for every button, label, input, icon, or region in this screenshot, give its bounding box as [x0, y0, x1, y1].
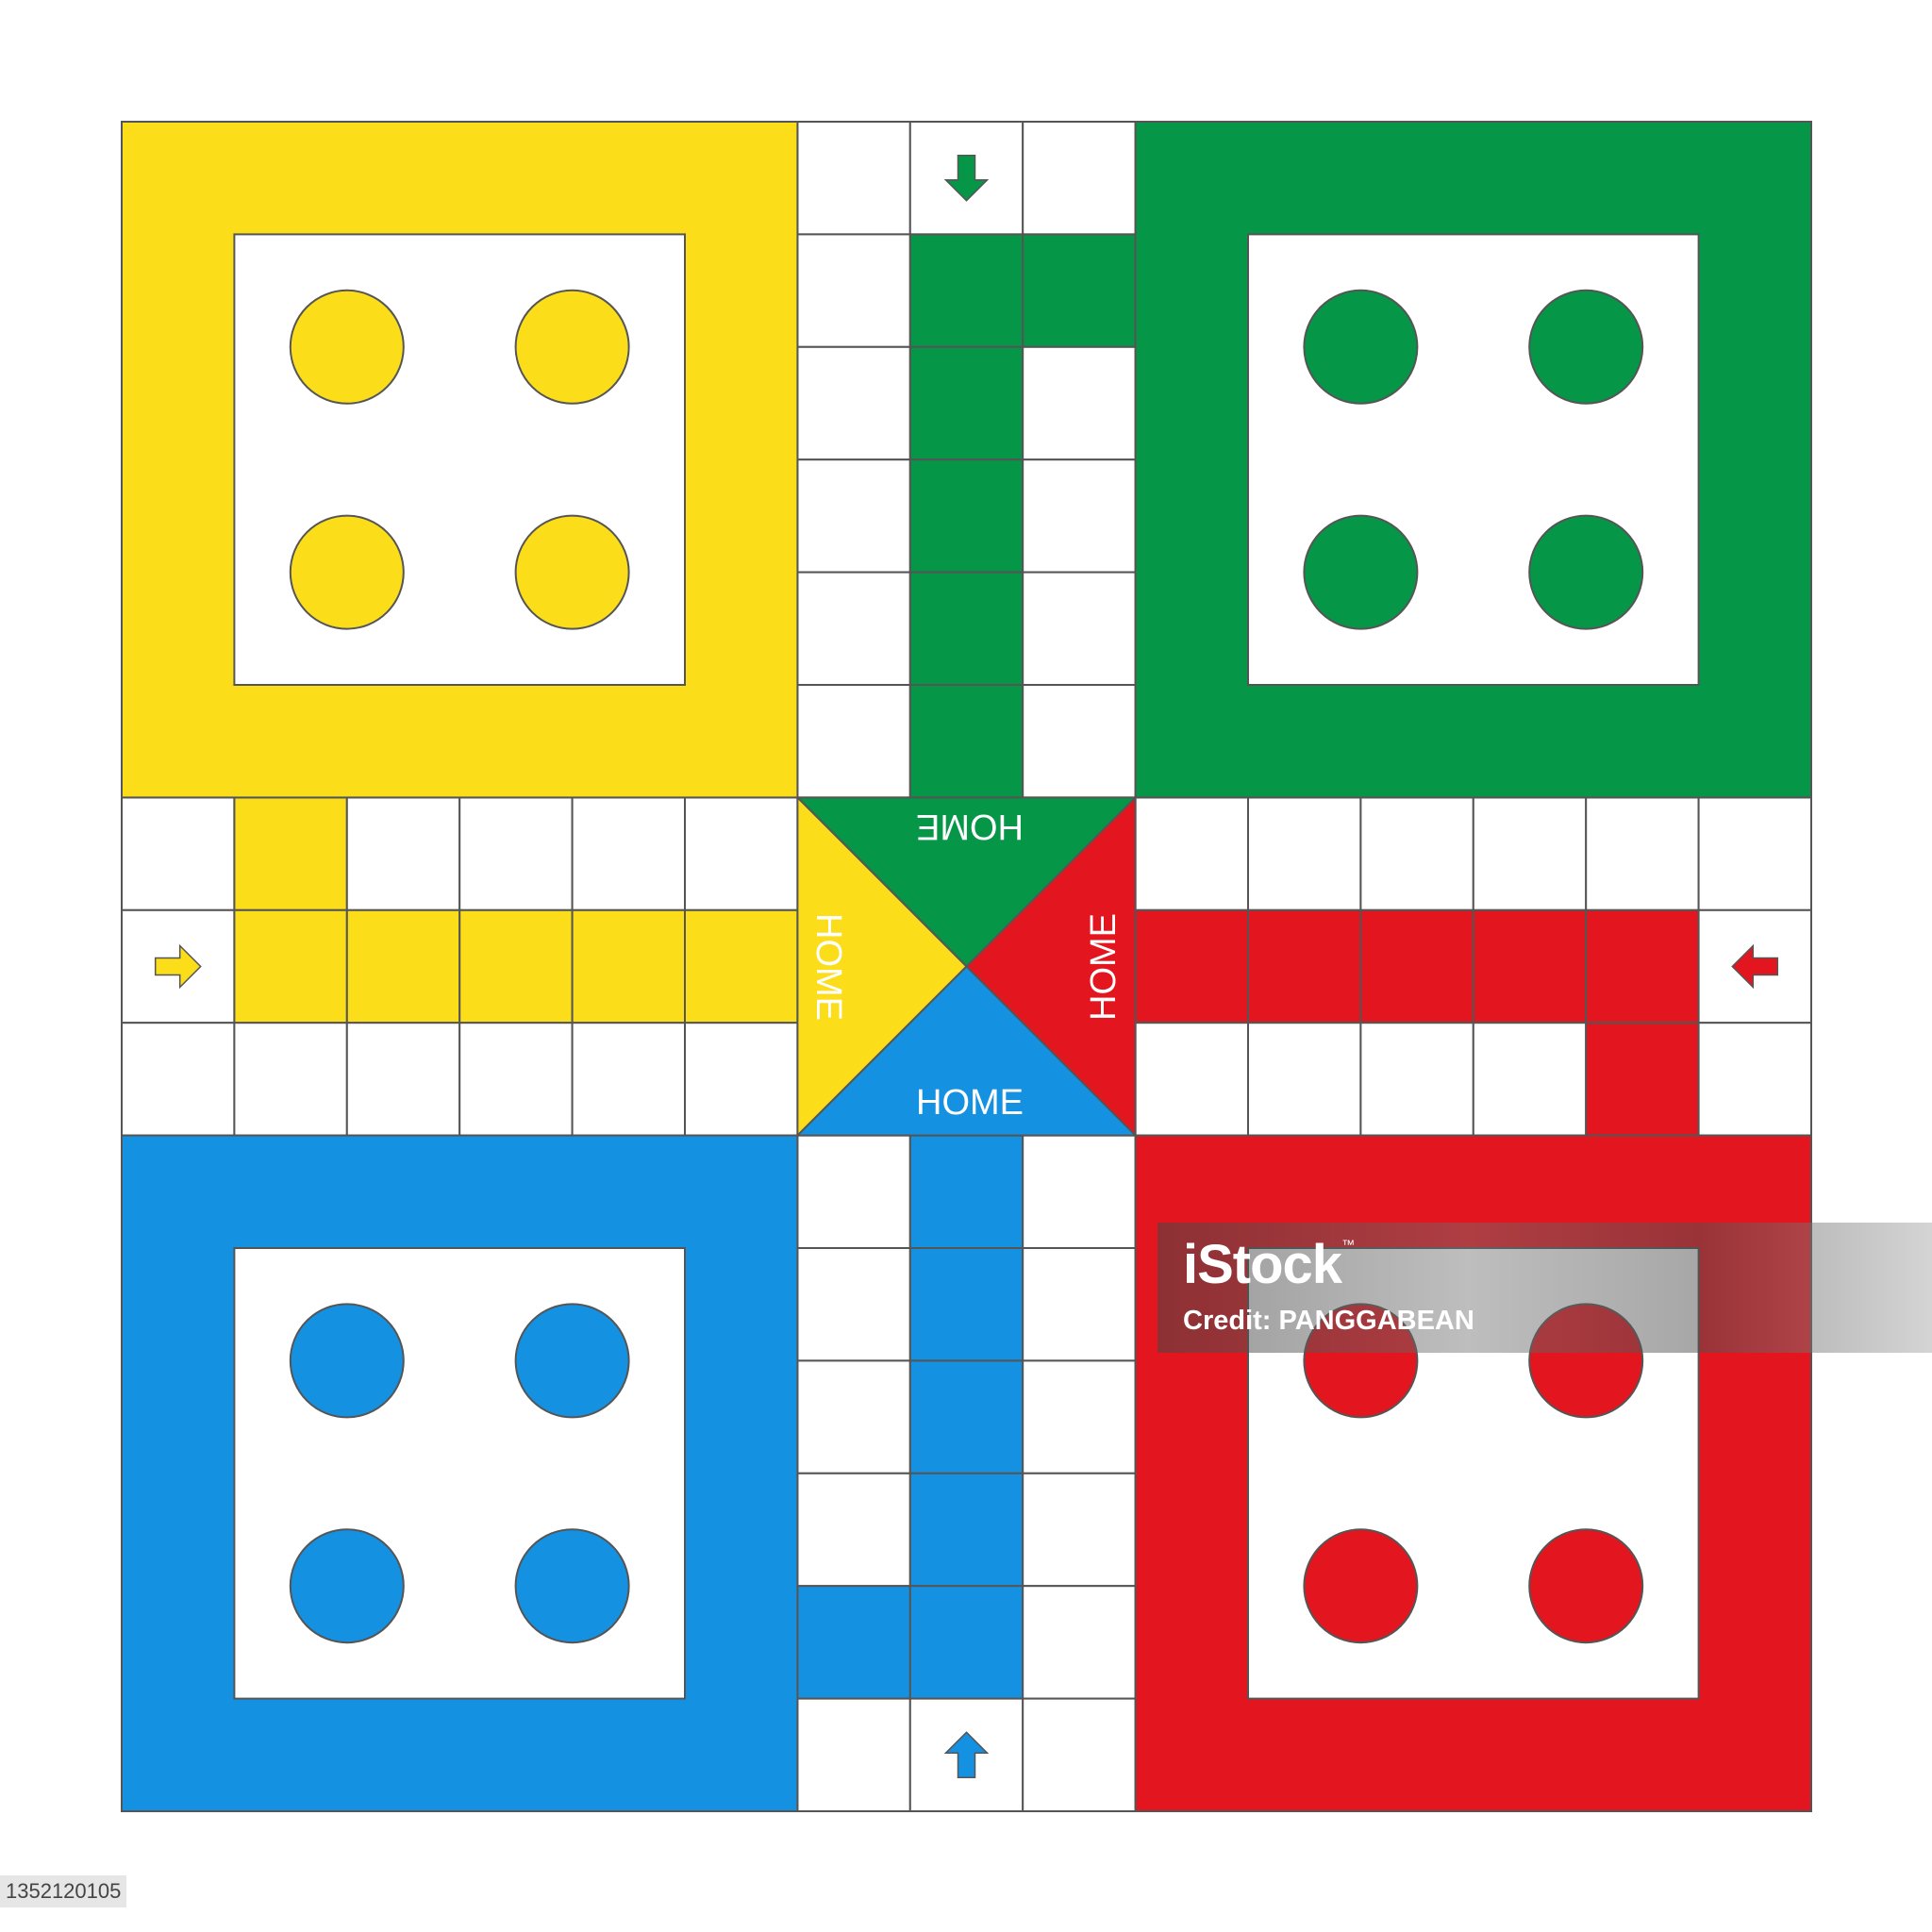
token-red — [1303, 1303, 1419, 1419]
home-label-green: HOME — [916, 807, 1024, 846]
base-green — [1134, 121, 1812, 799]
path-cell — [796, 458, 911, 574]
path-cell-green — [908, 571, 1024, 686]
path-cell — [1585, 796, 1700, 911]
path-cell — [1022, 1134, 1137, 1249]
path-cell-yellow — [571, 908, 686, 1024]
path-cell — [1022, 1472, 1137, 1588]
path-cell — [345, 1022, 461, 1137]
image-id: 1352120105 — [0, 1875, 127, 1907]
path-cell — [571, 1022, 686, 1137]
path-cell — [458, 796, 574, 911]
path-cell — [1472, 1022, 1588, 1137]
token-red — [1528, 1303, 1644, 1419]
path-cell — [121, 796, 236, 911]
path-cell-blue — [796, 1585, 911, 1700]
path-cell — [1134, 1022, 1249, 1137]
path-cell — [1697, 796, 1812, 911]
path-cell — [1134, 796, 1249, 911]
path-cell-red — [1585, 1022, 1700, 1137]
path-cell — [796, 1472, 911, 1588]
path-cell-green — [1022, 233, 1137, 348]
path-cell — [1247, 1022, 1362, 1137]
path-cell — [1022, 1359, 1137, 1474]
token-blue — [514, 1528, 630, 1644]
path-cell — [1359, 1022, 1474, 1137]
path-cell — [571, 796, 686, 911]
path-cell — [1697, 1022, 1812, 1137]
path-cell-yellow — [345, 908, 461, 1024]
token-yellow — [514, 514, 630, 630]
path-cell-blue — [908, 1472, 1024, 1588]
path-cell-green — [908, 345, 1024, 461]
path-cell-blue — [908, 1585, 1024, 1700]
path-cell — [684, 1022, 799, 1137]
base-blue — [121, 1134, 799, 1812]
path-cell — [796, 1247, 911, 1362]
base-inner-blue — [233, 1247, 686, 1700]
path-cell — [1022, 458, 1137, 574]
path-cell-yellow — [684, 908, 799, 1024]
path-cell — [1022, 684, 1137, 799]
path-cell-red — [1359, 908, 1474, 1024]
base-red — [1134, 1134, 1812, 1812]
path-cell — [1022, 345, 1137, 461]
base-inner-red — [1247, 1247, 1700, 1700]
token-red — [1303, 1528, 1419, 1644]
path-cell — [796, 1359, 911, 1474]
ludo-board: HOME HOME HOME HOME — [0, 0, 1932, 1932]
path-cell — [1247, 796, 1362, 911]
path-cell-yellow — [458, 908, 574, 1024]
token-yellow — [289, 514, 405, 630]
path-cell — [796, 571, 911, 686]
path-cell — [796, 1697, 911, 1812]
path-cell — [796, 233, 911, 348]
ludo-board-svg: HOME HOME HOME HOME — [121, 121, 1812, 1812]
path-cell — [1472, 796, 1588, 911]
path-cell — [1359, 796, 1474, 911]
token-blue — [289, 1528, 405, 1644]
path-cell-green — [908, 458, 1024, 574]
token-green — [1303, 514, 1419, 630]
path-cell-blue — [908, 1134, 1024, 1249]
path-cell — [1022, 1585, 1137, 1700]
path-cell — [796, 121, 911, 236]
path-cell — [121, 1022, 236, 1137]
path-cell — [345, 796, 461, 911]
path-cell-yellow — [233, 908, 348, 1024]
path-cell — [233, 1022, 348, 1137]
path-cell — [1022, 1697, 1137, 1812]
home-label-yellow: HOME — [808, 913, 848, 1021]
token-yellow — [514, 289, 630, 405]
token-yellow — [289, 289, 405, 405]
path-cell — [796, 684, 911, 799]
path-cell-yellow — [233, 796, 348, 911]
path-cell-green — [908, 684, 1024, 799]
token-green — [1528, 289, 1644, 405]
path-cell — [684, 796, 799, 911]
path-cell-red — [1247, 908, 1362, 1024]
base-yellow — [121, 121, 799, 799]
home-label-blue: HOME — [916, 1083, 1024, 1123]
token-blue — [514, 1303, 630, 1419]
path-cell — [796, 345, 911, 461]
token-green — [1303, 289, 1419, 405]
base-inner-green — [1247, 233, 1700, 686]
path-cell-red — [1134, 908, 1249, 1024]
token-green — [1528, 514, 1644, 630]
path-cell-blue — [908, 1247, 1024, 1362]
home-label-red: HOME — [1084, 913, 1124, 1021]
path-cell — [1022, 1247, 1137, 1362]
token-red — [1528, 1528, 1644, 1644]
path-cell — [796, 1134, 911, 1249]
token-blue — [289, 1303, 405, 1419]
path-cell — [1022, 571, 1137, 686]
path-cell-red — [1585, 908, 1700, 1024]
base-inner-yellow — [233, 233, 686, 686]
path-cell-green — [908, 233, 1024, 348]
path-cell-blue — [908, 1359, 1024, 1474]
path-cell — [458, 1022, 574, 1137]
path-cell-red — [1472, 908, 1588, 1024]
path-cell — [1022, 121, 1137, 236]
